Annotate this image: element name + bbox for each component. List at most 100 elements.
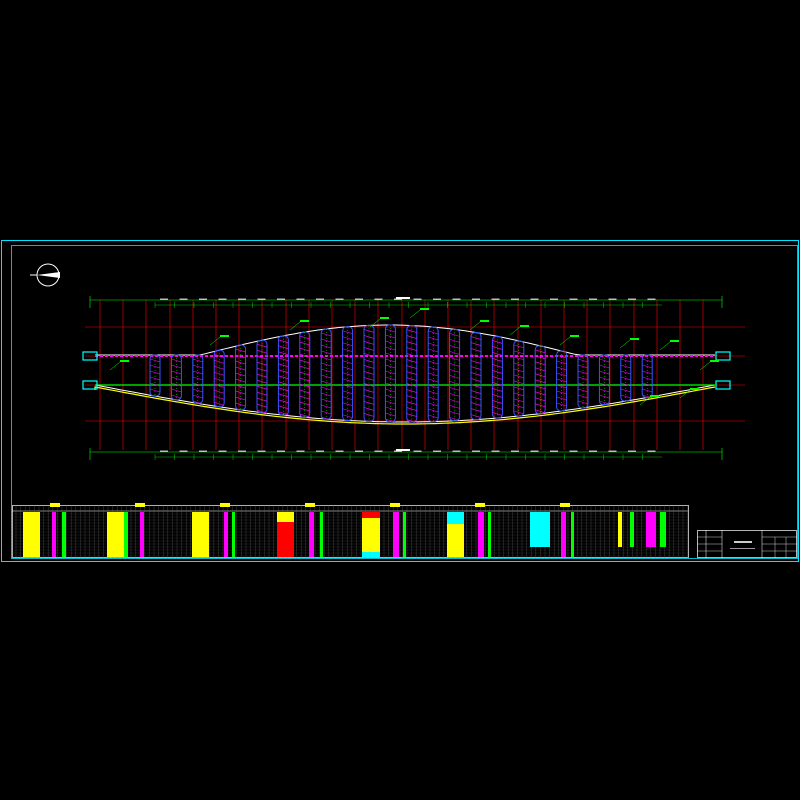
table-color-block — [192, 512, 209, 557]
table-section-tab — [475, 503, 485, 507]
dim-text-mark — [433, 298, 441, 300]
dim-total-mark — [396, 449, 410, 451]
annotation-text-mark — [690, 388, 699, 390]
table-section-tab — [305, 503, 315, 507]
table-color-block — [403, 512, 406, 557]
table-color-block — [561, 512, 566, 557]
dim-text-mark — [238, 298, 246, 300]
dim-text-mark — [491, 298, 500, 300]
table-color-block — [618, 512, 622, 547]
table-color-block — [52, 512, 56, 557]
annotation-text-mark — [710, 360, 719, 362]
annotation-text-mark — [220, 335, 229, 337]
dim-text-mark — [628, 298, 636, 300]
table-color-block — [530, 512, 550, 547]
annotation-text-mark — [570, 335, 579, 337]
dim-text-mark — [160, 298, 168, 300]
table-color-block — [362, 512, 380, 518]
table-section-tab — [390, 503, 400, 507]
dim-text-mark — [296, 450, 305, 452]
dim-text-mark — [374, 450, 383, 452]
dim-text-mark — [257, 450, 266, 452]
dim-text-mark — [550, 298, 558, 300]
dim-text-mark — [472, 298, 480, 300]
dim-text-mark — [569, 298, 578, 300]
dim-text-mark — [316, 450, 324, 452]
annotation-text-mark — [380, 317, 389, 319]
dim-text-mark — [179, 450, 188, 452]
annotation-text-mark — [480, 320, 489, 322]
annotation-text-mark — [420, 308, 429, 310]
dim-text-mark — [335, 450, 344, 452]
dim-text-mark — [238, 450, 246, 452]
table-color-block — [320, 512, 323, 557]
dim-text-mark — [452, 298, 461, 300]
table-color-block — [107, 512, 124, 557]
dim-text-mark — [355, 298, 363, 300]
dim-text-mark — [511, 298, 519, 300]
dim-total-mark — [396, 297, 410, 299]
dim-text-mark — [277, 450, 285, 452]
dim-text-mark — [628, 450, 636, 452]
table-color-block — [488, 512, 491, 557]
dim-text-mark — [530, 298, 539, 300]
dim-text-mark — [550, 450, 558, 452]
dim-text-mark — [199, 298, 207, 300]
table-color-block — [62, 512, 66, 557]
table-color-block — [660, 512, 666, 547]
dim-text-mark — [433, 450, 441, 452]
table-color-block — [478, 512, 484, 557]
dim-text-mark — [413, 298, 422, 300]
dim-text-mark — [452, 450, 461, 452]
dim-text-mark — [160, 450, 168, 452]
table-section-tab — [220, 503, 230, 507]
table-color-block — [393, 512, 399, 557]
dim-text-mark — [218, 298, 227, 300]
table-color-block — [140, 512, 144, 557]
table-color-block — [630, 512, 634, 547]
dim-text-mark — [608, 298, 617, 300]
dim-text-mark — [199, 450, 207, 452]
table-color-block — [646, 512, 656, 547]
dim-text-mark — [530, 450, 539, 452]
dim-text-mark — [569, 450, 578, 452]
table-color-block — [277, 512, 294, 522]
cad-drawing-canvas — [0, 0, 800, 800]
dim-text-mark — [355, 450, 363, 452]
table-color-block — [309, 512, 314, 557]
dim-text-mark — [472, 450, 480, 452]
table-color-block — [447, 524, 464, 557]
dim-text-mark — [647, 298, 656, 300]
dim-text-mark — [374, 298, 383, 300]
dim-text-mark — [491, 450, 500, 452]
annotation-text-mark — [120, 360, 129, 362]
table-color-block — [447, 512, 464, 524]
table-color-block — [224, 512, 228, 557]
annotation-text-mark — [650, 395, 659, 397]
dim-text-mark — [179, 298, 188, 300]
dim-text-mark — [277, 298, 285, 300]
annotation-text-mark — [630, 338, 639, 340]
annotation-text-mark — [300, 320, 309, 322]
dim-text-mark — [218, 450, 227, 452]
dim-text-mark — [413, 450, 422, 452]
table-color-block — [571, 512, 574, 557]
dim-text-mark — [608, 450, 617, 452]
annotation-text-mark — [670, 340, 679, 342]
dim-text-mark — [296, 298, 305, 300]
dim-text-mark — [316, 298, 324, 300]
table-color-block — [124, 512, 128, 557]
dim-text-mark — [511, 450, 519, 452]
dim-text-mark — [589, 450, 597, 452]
dim-text-mark — [647, 450, 656, 452]
table-color-block — [362, 518, 380, 552]
table-color-block — [23, 512, 40, 557]
table-section-tab — [50, 503, 60, 507]
table-section-tab — [135, 503, 145, 507]
dim-text-mark — [589, 298, 597, 300]
table-section-tab — [560, 503, 570, 507]
table-color-block — [362, 552, 380, 557]
table-color-block — [232, 512, 235, 557]
dim-text-mark — [257, 298, 266, 300]
annotation-text-mark — [520, 325, 529, 327]
